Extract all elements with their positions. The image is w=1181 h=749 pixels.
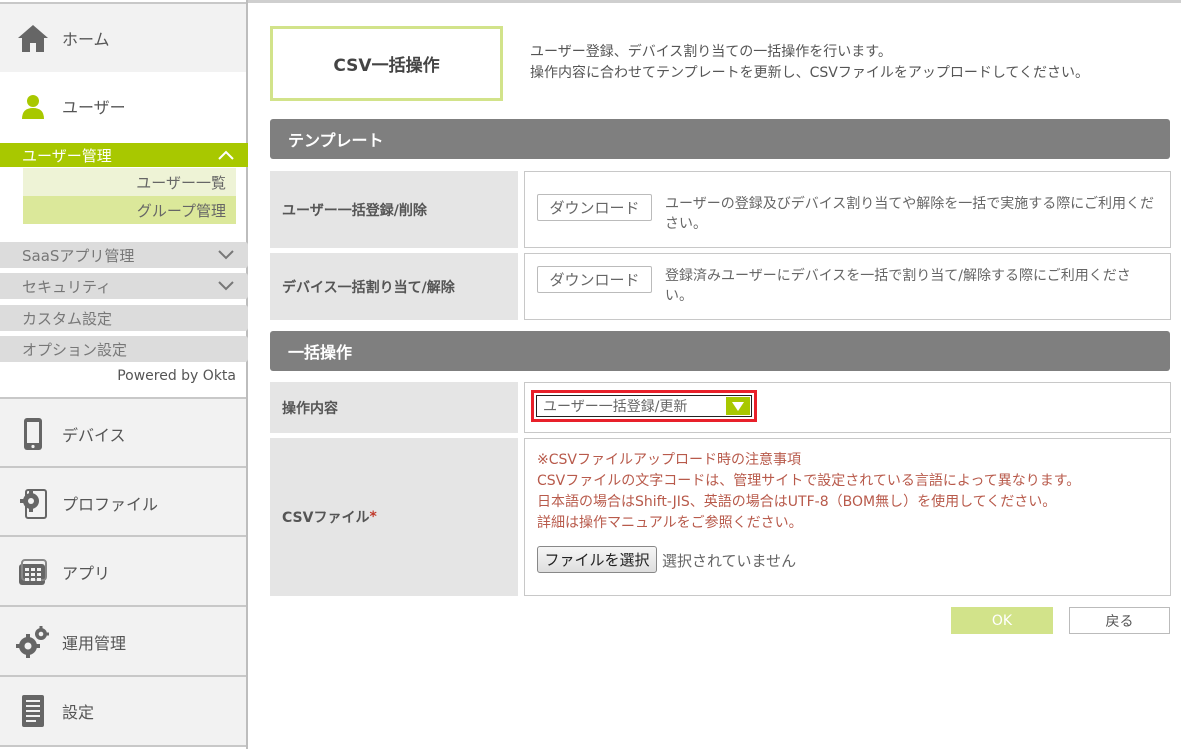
operation-label: 操作内容 xyxy=(270,382,518,433)
sidebar-item-label: オプション設定 xyxy=(22,340,128,359)
home-icon xyxy=(16,21,50,55)
dropdown-arrow-icon[interactable] xyxy=(726,397,750,415)
document-icon xyxy=(16,694,50,728)
sidebar-item-user-management[interactable]: ユーザー管理 xyxy=(0,143,248,167)
template-row-description: ユーザーの登録及びデバイス割り当てや解除を一括で実施する際にご利用ください。 xyxy=(665,196,1155,232)
template-row-value: ダウンロード 登録済みユーザーにデバイスを一括で割り当て/解除する際にご利用くだ… xyxy=(524,253,1171,320)
profile-gear-icon xyxy=(16,486,50,520)
smartphone-icon xyxy=(16,417,50,451)
chevron-down-icon xyxy=(218,277,234,295)
sidebar-item-option-settings[interactable]: オプション設定 xyxy=(0,336,248,362)
page-description-line: ユーザー登録、デバイス割り当ての一括操作を行います。 xyxy=(530,44,892,60)
page-description-line: 操作内容に合わせてテンプレートを更新し、CSVファイルをアップロードしてください… xyxy=(530,65,1089,81)
operation-select-value: ユーザー一括登録/更新 xyxy=(543,399,688,415)
chevron-up-icon xyxy=(218,146,234,164)
sidebar-item-label: ユーザー管理 xyxy=(22,146,112,165)
nav-operations[interactable]: 運用管理 xyxy=(0,605,246,676)
template-row-description: 登録済みユーザーにデバイスを一括で割り当て/解除する際にご利用ください。 xyxy=(665,268,1131,304)
nav-device-label: デバイス xyxy=(62,425,126,445)
sidebar-item-saas-apps[interactable]: SaaSアプリ管理 xyxy=(0,242,248,268)
powered-by-text: Powered by Okta xyxy=(117,368,236,384)
template-row-label: ユーザー一括登録/削除 xyxy=(270,171,518,248)
template-row-value: ダウンロード ユーザーの登録及びデバイス割り当てや解除を一括で実施する際にご利用… xyxy=(524,171,1171,248)
sidebar-item-label: セキュリティ xyxy=(22,277,112,296)
nav-operations-label: 運用管理 xyxy=(62,633,127,653)
csv-file-cell: ※CSVファイルアップロード時の注意事項 CSVファイルの文字コードは、管理サイ… xyxy=(524,438,1171,596)
template-section-header: テンプレート xyxy=(270,119,1170,159)
sidebar-item-custom-settings[interactable]: カスタム設定 xyxy=(0,305,248,331)
sidebar-divider xyxy=(246,0,248,749)
upload-note-line: ※CSVファイルアップロード時の注意事項 xyxy=(537,452,801,468)
choose-file-button[interactable]: ファイルを選択 xyxy=(537,546,657,573)
sidebar-item-user-list[interactable]: ユーザー一覧 xyxy=(23,168,236,196)
upload-note-line: 日本語の場合はShift-JIS、英語の場合はUTF-8（BOM無し）を使用して… xyxy=(537,494,1057,510)
required-mark: * xyxy=(369,509,377,525)
page-description: ユーザー登録、デバイス割り当ての一括操作を行います。 操作内容に合わせてテンプレ… xyxy=(530,42,1089,84)
sidebar-item-label: カスタム設定 xyxy=(22,309,113,328)
bulk-section-header: 一括操作 xyxy=(270,331,1170,371)
nav-settings-label: 設定 xyxy=(62,703,95,722)
upload-notes: ※CSVファイルアップロード時の注意事項 CSVファイルの文字コードは、管理サイ… xyxy=(537,450,1080,534)
nav-device[interactable]: デバイス xyxy=(0,397,246,468)
nav-home[interactable]: ホーム xyxy=(0,2,246,72)
nav-apps-label: アプリ xyxy=(62,563,111,583)
gears-icon xyxy=(16,625,50,659)
highlight-box: ユーザー一括登録/更新 xyxy=(531,390,757,422)
nav-user-label: ユーザー xyxy=(62,98,126,117)
operation-select[interactable]: ユーザー一括登録/更新 xyxy=(536,395,752,417)
user-icon xyxy=(16,89,50,123)
nav-profile[interactable]: プロファイル xyxy=(0,466,246,537)
upload-note-line: 詳細は操作マニュアルをご参照ください。 xyxy=(537,515,803,531)
nav-settings[interactable]: 設定 xyxy=(0,675,246,747)
sidebar: ホーム ユーザー ユーザー管理 ユーザー一覧 グループ管理 SaaSアプリ管理 … xyxy=(0,0,248,749)
operation-value-cell: ユーザー一括登録/更新 xyxy=(524,382,1171,433)
ok-button[interactable]: OK xyxy=(951,607,1053,634)
download-button[interactable]: ダウンロード xyxy=(537,266,652,293)
template-row-label: デバイス一括割り当て/解除 xyxy=(270,253,518,320)
file-status-text: 選択されていません xyxy=(662,552,797,570)
upload-note-line: CSVファイルの文字コードは、管理サイトで設定されている言語によって異なります。 xyxy=(537,473,1081,489)
nav-apps[interactable]: アプリ xyxy=(0,535,246,606)
page-title: CSV一括操作 xyxy=(270,26,503,101)
top-border xyxy=(248,0,1181,3)
nav-home-label: ホーム xyxy=(62,30,110,49)
csv-file-label-text: CSVファイル xyxy=(282,510,370,526)
csv-file-label: CSVファイル * xyxy=(270,438,518,596)
nav-user[interactable]: ユーザー xyxy=(0,72,246,140)
chevron-down-icon xyxy=(218,246,234,264)
nav-profile-label: プロファイル xyxy=(62,494,159,514)
sidebar-item-group-management[interactable]: グループ管理 xyxy=(23,196,236,224)
sidebar-item-label: SaaSアプリ管理 xyxy=(22,246,135,265)
download-button[interactable]: ダウンロード xyxy=(537,194,652,221)
apps-icon xyxy=(16,555,50,589)
back-button[interactable]: 戻る xyxy=(1069,607,1170,634)
sidebar-item-security[interactable]: セキュリティ xyxy=(0,273,248,299)
